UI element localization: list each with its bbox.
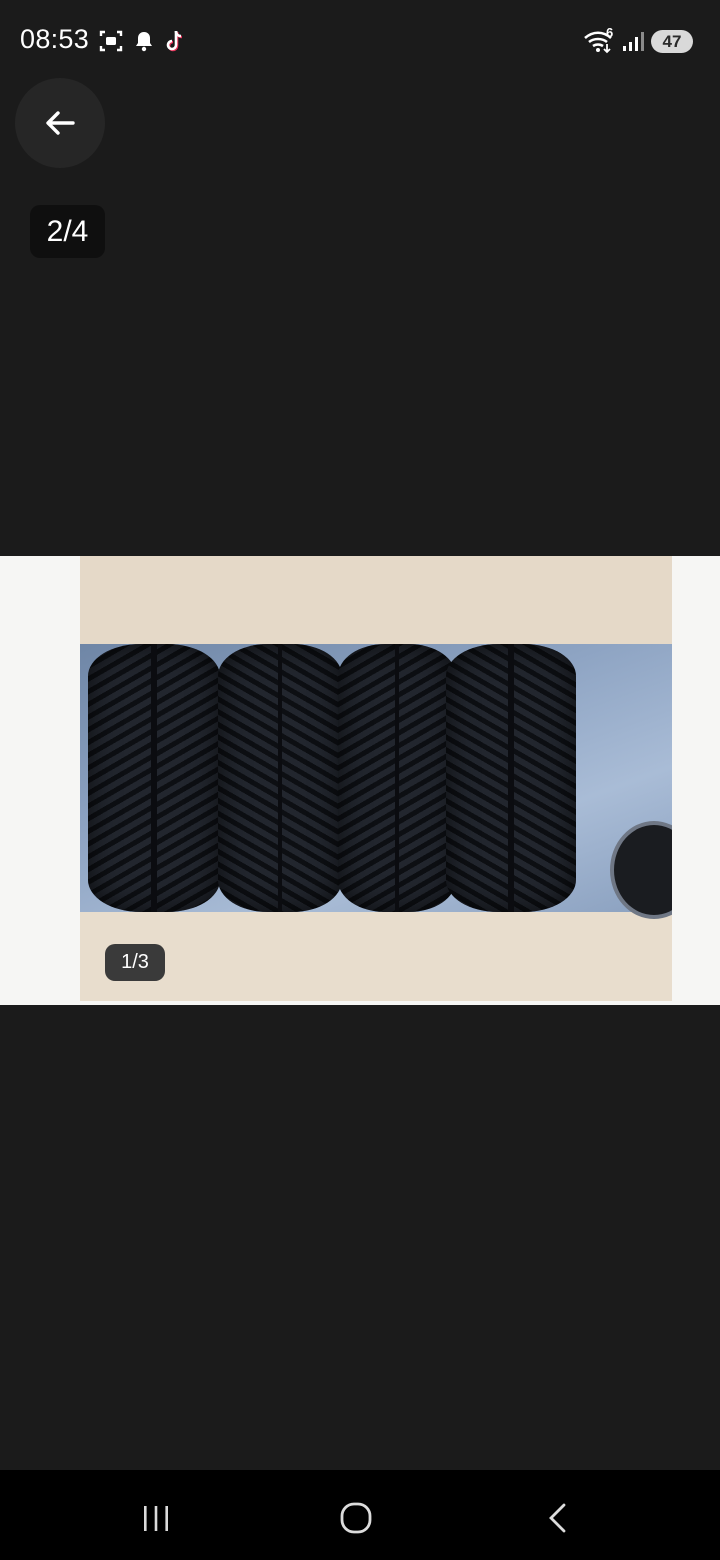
navigation-bar: [0, 1470, 720, 1560]
back-icon: [549, 1503, 566, 1533]
photo-lower-area: [80, 912, 672, 1001]
notification-bell-icon: [136, 32, 152, 52]
home-button[interactable]: [326, 1490, 386, 1546]
tiktok-icon: [166, 30, 183, 52]
tires-photo[interactable]: 1/3: [80, 556, 672, 1001]
tire-groove: [508, 644, 514, 912]
tire-groove: [277, 644, 283, 912]
photo-viewer-screen: 08:53 6 47 2/4 1/3: [0, 0, 720, 1560]
back-button[interactable]: [15, 78, 105, 168]
tire-groove: [394, 644, 400, 912]
signal-icon: [623, 32, 644, 51]
status-time: 08:53: [20, 24, 90, 54]
recent-apps-button[interactable]: [126, 1490, 186, 1546]
arrow-left-icon: [46, 111, 75, 135]
status-bar: 08:53 6 47: [0, 0, 720, 80]
screenshot-icon: [99, 30, 123, 52]
home-icon: [340, 1502, 372, 1534]
tire-groove: [151, 644, 157, 912]
image-counter: 1/3: [105, 944, 165, 981]
tire-1: [88, 644, 220, 912]
page-counter: 2/4: [30, 205, 105, 258]
recent-apps-icon: [144, 1506, 168, 1531]
tire-4: [446, 644, 576, 912]
tire-3: [338, 644, 456, 912]
wifi-label: 6: [606, 25, 614, 40]
system-back-button[interactable]: [528, 1490, 588, 1546]
photo-container[interactable]: 1/3: [0, 556, 720, 1005]
tire-2: [218, 644, 342, 912]
battery-icon: 47: [651, 30, 693, 53]
